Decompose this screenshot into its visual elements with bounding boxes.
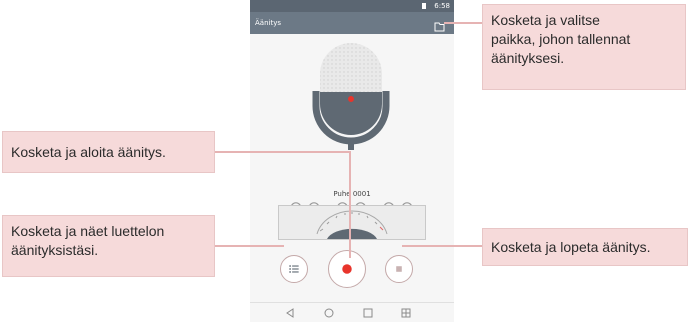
status-bar: 6:58 [250,0,454,12]
recordings-list-button[interactable] [280,255,308,283]
leader-line-storage [444,22,482,24]
leader-line-start-v [349,151,351,258]
list-icon [289,265,299,273]
callout-list-line: äänityksistäsi. [11,242,99,258]
status-time: 6:58 [434,2,450,10]
app-bar: Äänitys [250,12,454,34]
callout-stop: Kosketa ja lopeta äänitys. [482,228,688,266]
dual-window-icon[interactable] [400,307,412,319]
stop-icon [396,266,402,272]
stop-button[interactable] [385,255,413,283]
app-title: Äänitys [255,19,281,27]
callout-storage-line: äänityksesi. [491,50,565,66]
callout-list: Kosketa ja näet luettelon äänityksistäsi… [2,215,215,277]
record-icon [342,264,352,274]
phone-screen: 6:58 Äänitys Puhe 0001 [250,0,454,322]
level-meter [278,205,426,240]
callout-storage-line: Kosketa ja valitse [491,12,600,28]
callout-storage: Kosketa ja valitse paikka, johon tallenn… [482,4,686,90]
recent-apps-icon[interactable] [362,307,374,319]
record-button[interactable] [328,250,366,288]
microphone-icon [312,43,390,150]
battery-icon [422,3,426,9]
recording-file-name: Puhe 0001 [333,190,371,198]
leader-line-stop [402,245,482,247]
callout-storage-line: paikka, johon tallennat [491,31,631,47]
callout-list-line: Kosketa ja näet luettelon [11,223,165,239]
leader-line-start-h [215,151,351,153]
home-icon[interactable] [323,307,335,319]
meter-dial-icon [316,210,388,239]
navigation-bar [250,302,454,322]
back-icon[interactable] [284,307,296,319]
callout-start: Kosketa ja aloita äänitys. [2,131,215,173]
leader-line-list [215,245,284,247]
